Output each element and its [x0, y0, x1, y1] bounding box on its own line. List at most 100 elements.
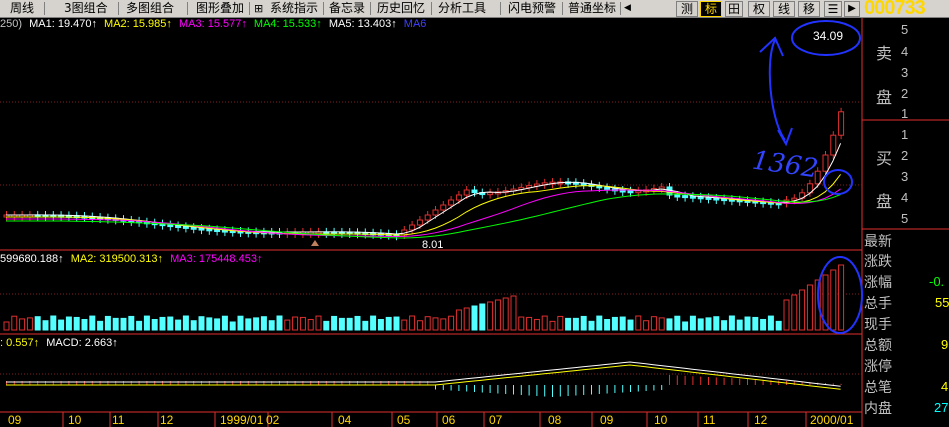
- legend-ma3: MA3: 15.577↑: [178, 18, 247, 30]
- line-button[interactable]: 线: [773, 1, 795, 17]
- move-button[interactable]: 移: [798, 1, 820, 17]
- volume-bar: [3, 321, 10, 331]
- candle-body: [424, 214, 431, 221]
- toolbar-divider: [187, 2, 188, 15]
- volume-bar: [260, 316, 267, 331]
- volume-bar: [838, 264, 845, 331]
- volume-bar: [370, 315, 377, 331]
- volume-bar: [307, 318, 314, 331]
- menu-system-indicator[interactable]: 系统指示: [270, 0, 318, 17]
- volume-bar: [526, 316, 533, 331]
- menu-flash-alert[interactable]: 闪电预警: [508, 0, 556, 17]
- candle-body: [440, 204, 447, 211]
- volume-bar: [479, 303, 486, 331]
- legend-ma1: MA1: 19.470↑: [29, 18, 97, 30]
- volume-bar: [136, 320, 143, 331]
- candle-body: [604, 186, 611, 190]
- sell-level-2: 2: [901, 86, 909, 101]
- volume-bar: [455, 309, 462, 331]
- volume-legend: 599680.188↑ MA2: 319500.313↑ MA3: 175448…: [0, 253, 262, 265]
- buy-level-2: 2: [901, 148, 909, 163]
- x-tick: 10: [654, 413, 668, 427]
- volume-bar: [705, 317, 712, 331]
- volume-bar: [331, 315, 338, 331]
- volume-bar: [502, 297, 509, 331]
- stat-label-total-volume: 总手: [864, 296, 892, 312]
- macd-legend-macd: MACD: 2.663↑: [46, 337, 118, 349]
- legend-ma2: MA2: 15.985↑: [104, 18, 172, 30]
- x-tick: 09: [600, 413, 614, 427]
- volume-bar: [611, 316, 618, 331]
- rights-button[interactable]: 权: [748, 1, 770, 17]
- volume-bar: [89, 315, 96, 331]
- volume-bar: [658, 317, 665, 331]
- volume-bar: [752, 316, 759, 331]
- volume-bar: [143, 315, 150, 331]
- volume-bar: [65, 316, 72, 331]
- x-tick: 11: [112, 413, 125, 427]
- toolbar-divider: [620, 2, 621, 15]
- volume-bar: [448, 315, 455, 331]
- buy-level-4: 4: [901, 190, 909, 205]
- volume-bar: [323, 320, 330, 331]
- candle-body: [432, 209, 439, 216]
- volume-bar: [689, 315, 696, 331]
- volume-bar: [604, 318, 611, 331]
- menu-memo[interactable]: 备忘录: [329, 0, 365, 17]
- candle-body: [455, 194, 462, 201]
- buy-label-1: 买: [876, 149, 893, 168]
- low-price-label: 8.01: [422, 239, 444, 251]
- stat-value-inner-volume: 27: [934, 400, 949, 415]
- menu-analysis-tools[interactable]: 分析工具: [438, 0, 486, 17]
- volume-bar: [666, 318, 673, 331]
- volume-bar: [424, 316, 431, 331]
- volume-bar: [635, 315, 642, 331]
- volume-bar: [346, 317, 353, 331]
- x-tick: 05: [397, 413, 411, 427]
- lock-icon: ⊞: [254, 2, 264, 15]
- candle-body: [471, 189, 478, 194]
- menu-toggle-button[interactable]: ☰: [824, 1, 842, 17]
- sell-level-1: 1: [901, 106, 909, 121]
- low-marker-icon: [311, 240, 319, 246]
- grid-button[interactable]: 田: [725, 1, 743, 17]
- volume-bar: [245, 318, 252, 331]
- volume-bar: [175, 319, 182, 331]
- x-tick: 12: [160, 413, 174, 427]
- candle-body: [674, 194, 681, 198]
- volume-bar: [268, 320, 275, 331]
- collapse-arrow-icon[interactable]: ◀: [624, 0, 631, 17]
- volume-bar: [198, 316, 205, 331]
- menu-normal-axis[interactable]: 普通坐标: [568, 0, 616, 17]
- measure-button[interactable]: 测: [676, 1, 698, 17]
- menu-multi-chart-combo[interactable]: 多图组合: [126, 0, 174, 17]
- volume-bar: [284, 319, 291, 331]
- volume-bar: [682, 321, 689, 331]
- vol-legend-ma3: MA3: 175448.453↑: [170, 253, 263, 265]
- volume-bar: [541, 315, 548, 331]
- volume-bar: [167, 316, 174, 331]
- volume-bar: [112, 317, 119, 331]
- menu-chart-overlay[interactable]: 图形叠加: [196, 0, 244, 17]
- volume-bar: [393, 316, 400, 331]
- menu-history-review[interactable]: 历史回忆: [377, 0, 425, 17]
- volume-bar: [206, 317, 213, 331]
- chart-canvas: [0, 17, 949, 427]
- main-legend: 250) MA1: 19.470↑ MA2: 15.985↑ MA3: 15.5…: [0, 18, 426, 30]
- volume-bar: [354, 315, 361, 331]
- menu-weekly[interactable]: 周线: [10, 0, 34, 17]
- stat-label-turnover: 总额: [864, 338, 892, 354]
- stock-code: 000733: [864, 0, 926, 19]
- volume-bar: [650, 316, 657, 331]
- mark-button[interactable]: 标: [700, 1, 722, 17]
- candle-body: [463, 189, 470, 196]
- toolbar-divider: [431, 2, 432, 15]
- play-icon[interactable]: ▶: [844, 1, 860, 17]
- volume-bar: [11, 315, 18, 331]
- menu-3-chart-combo[interactable]: 3图组合: [64, 0, 108, 17]
- volume-bar: [557, 315, 564, 331]
- volume-bar: [806, 284, 813, 331]
- sell-label-2: 盘: [876, 88, 893, 107]
- stat-label-change-pct: 涨幅: [864, 275, 892, 291]
- volume-bar: [81, 318, 88, 331]
